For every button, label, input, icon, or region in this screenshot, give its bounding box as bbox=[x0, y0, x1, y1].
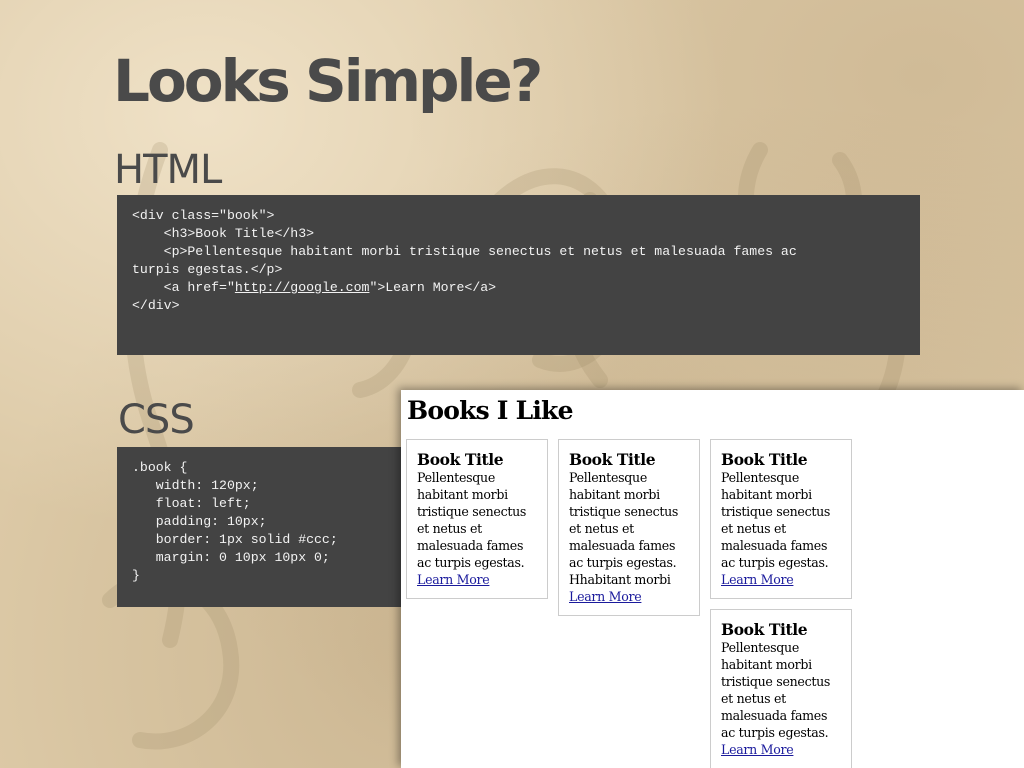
book-title: Book Title bbox=[721, 620, 808, 639]
html-code-line: <div class="book"> bbox=[132, 208, 275, 223]
css-section-heading: CSS bbox=[118, 397, 195, 443]
css-code-line: padding: 10px; bbox=[132, 514, 267, 529]
book-description: Pellentesque habitant morbi tristique se… bbox=[569, 470, 679, 587]
book-title: Book Title bbox=[721, 450, 808, 469]
book-title: Book Title bbox=[417, 450, 504, 469]
css-code-line: } bbox=[132, 568, 140, 583]
demo-page-title: Books I Like bbox=[407, 396, 573, 425]
css-code-block: .book { width: 120px; float: left; paddi… bbox=[117, 447, 417, 607]
html-code-line: <p>Pellentesque habitant morbi tristique… bbox=[132, 244, 797, 259]
html-code-line: turpis egestas.</p> bbox=[132, 262, 283, 277]
html-code-line: <h3>Book Title</h3> bbox=[132, 226, 315, 241]
book-card: Book Title Pellentesque habitant morbi t… bbox=[710, 609, 852, 768]
rendered-demo-panel: Books I Like Book Title Pellentesque hab… bbox=[401, 390, 1024, 768]
css-code-line: width: 120px; bbox=[132, 478, 259, 493]
book-card: Book Title Pellentesque habitant morbi t… bbox=[406, 439, 548, 599]
slide-title: Looks Simple? bbox=[113, 47, 543, 115]
html-code-block: <div class="book"> <h3>Book Title</h3> <… bbox=[117, 195, 920, 355]
html-code-line-end: ">Learn More</a> bbox=[369, 280, 497, 295]
book-card: Book Title Pellentesque habitant morbi t… bbox=[558, 439, 700, 616]
css-code-line: margin: 0 10px 10px 0; bbox=[132, 550, 330, 565]
css-code-line: float: left; bbox=[132, 496, 251, 511]
book-description: Pellentesque habitant morbi tristique se… bbox=[417, 470, 527, 570]
book-description: Pellentesque habitant morbi tristique se… bbox=[721, 470, 831, 570]
learn-more-link[interactable]: Learn More bbox=[417, 572, 490, 587]
html-code-line-start: <a href=" bbox=[132, 280, 235, 295]
learn-more-link[interactable]: Learn More bbox=[721, 742, 794, 757]
css-code-line: .book { bbox=[132, 460, 188, 475]
css-code-line: border: 1px solid #ccc; bbox=[132, 532, 338, 547]
code-url-link[interactable]: http://google.com bbox=[235, 280, 370, 295]
book-card: Book Title Pellentesque habitant morbi t… bbox=[710, 439, 852, 599]
html-section-heading: HTML bbox=[114, 147, 222, 193]
book-title: Book Title bbox=[569, 450, 656, 469]
learn-more-link[interactable]: Learn More bbox=[721, 572, 794, 587]
html-code-line: </div> bbox=[132, 298, 180, 313]
book-description: Pellentesque habitant morbi tristique se… bbox=[721, 640, 831, 740]
learn-more-link[interactable]: Learn More bbox=[569, 589, 642, 604]
books-list: Book Title Pellentesque habitant morbi t… bbox=[406, 439, 876, 768]
